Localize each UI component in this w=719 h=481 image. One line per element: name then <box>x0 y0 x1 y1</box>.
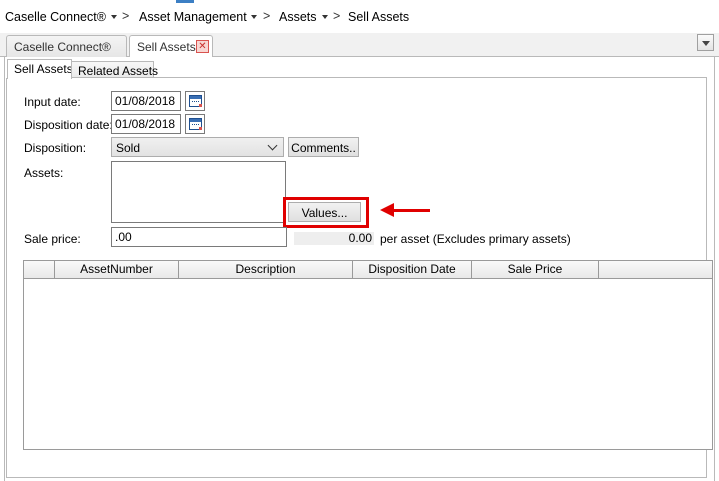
breadcrumb-separator: > <box>122 9 130 23</box>
breadcrumb-item-caselle-connect[interactable]: Caselle Connect® <box>5 10 106 24</box>
close-icon[interactable]: ✕ <box>196 40 209 53</box>
input-date-calendar-button[interactable] <box>185 91 205 111</box>
arrow-left-icon <box>380 203 394 217</box>
chevron-down-icon[interactable] <box>111 15 117 19</box>
tab-sell-assets-sub[interactable]: Sell Assets <box>7 59 73 79</box>
subtab-label: Sell Assets <box>14 62 73 76</box>
per-asset-text: per asset (Excludes primary assets) <box>380 232 571 246</box>
comments-button[interactable]: Comments.. <box>288 137 359 157</box>
disposition-select[interactable]: Sold <box>111 137 284 157</box>
subtab-label: Related Assets <box>78 64 159 78</box>
chevron-down-icon <box>267 140 278 151</box>
tab-related-assets[interactable]: Related Assets <box>71 61 158 78</box>
tab-caselle-connect[interactable]: Caselle Connect® <box>6 35 127 57</box>
sale-price-field[interactable]: .00 <box>111 227 287 247</box>
breadcrumb: Caselle Connect® > Asset Management > As… <box>0 0 719 33</box>
top-indicator <box>176 0 194 3</box>
per-asset-value: 0.00 <box>294 232 374 245</box>
assets-label: Assets: <box>24 166 64 180</box>
calendar-icon <box>189 95 202 107</box>
tab-label: Sell Assets <box>137 40 196 54</box>
grid-header: AssetNumber Description Disposition Date… <box>24 261 712 279</box>
tab-label: Caselle Connect® <box>14 40 111 54</box>
disposition-date-label: Disposition date: <box>24 118 113 132</box>
disposition-date-calendar-button[interactable] <box>185 114 205 134</box>
column-header-description[interactable]: Description <box>179 261 353 279</box>
tab-list-dropdown-button[interactable] <box>697 34 714 51</box>
assets-grid[interactable]: AssetNumber Description Disposition Date… <box>23 260 713 450</box>
column-header-disposition-date[interactable]: Disposition Date <box>353 261 472 279</box>
breadcrumb-item-asset-management[interactable]: Asset Management <box>139 10 247 24</box>
sale-price-label: Sale price: <box>24 232 81 246</box>
annotation-arrow <box>392 209 430 212</box>
assets-textarea[interactable] <box>111 161 286 223</box>
breadcrumb-item-assets[interactable]: Assets <box>279 10 317 24</box>
disposition-date-field[interactable]: 01/08/2018 <box>111 114 181 134</box>
column-header-sale-price[interactable]: Sale Price <box>472 261 599 279</box>
row-selector-header <box>24 261 55 279</box>
tab-sell-assets[interactable]: Sell Assets ✕ <box>129 35 213 58</box>
chevron-down-icon[interactable] <box>251 15 257 19</box>
calendar-icon <box>189 118 202 130</box>
disposition-selected-value: Sold <box>116 141 141 155</box>
values-highlight-box <box>283 197 369 228</box>
breadcrumb-item-sell-assets: Sell Assets <box>348 10 410 24</box>
input-date-field[interactable]: 01/08/2018 <box>111 91 181 111</box>
input-date-label: Input date: <box>24 95 81 109</box>
chevron-down-icon[interactable] <box>322 15 328 19</box>
column-header-asset-number[interactable]: AssetNumber <box>55 261 179 279</box>
breadcrumb-separator: > <box>333 9 341 23</box>
breadcrumb-separator: > <box>263 9 271 23</box>
disposition-label: Disposition: <box>24 141 87 155</box>
